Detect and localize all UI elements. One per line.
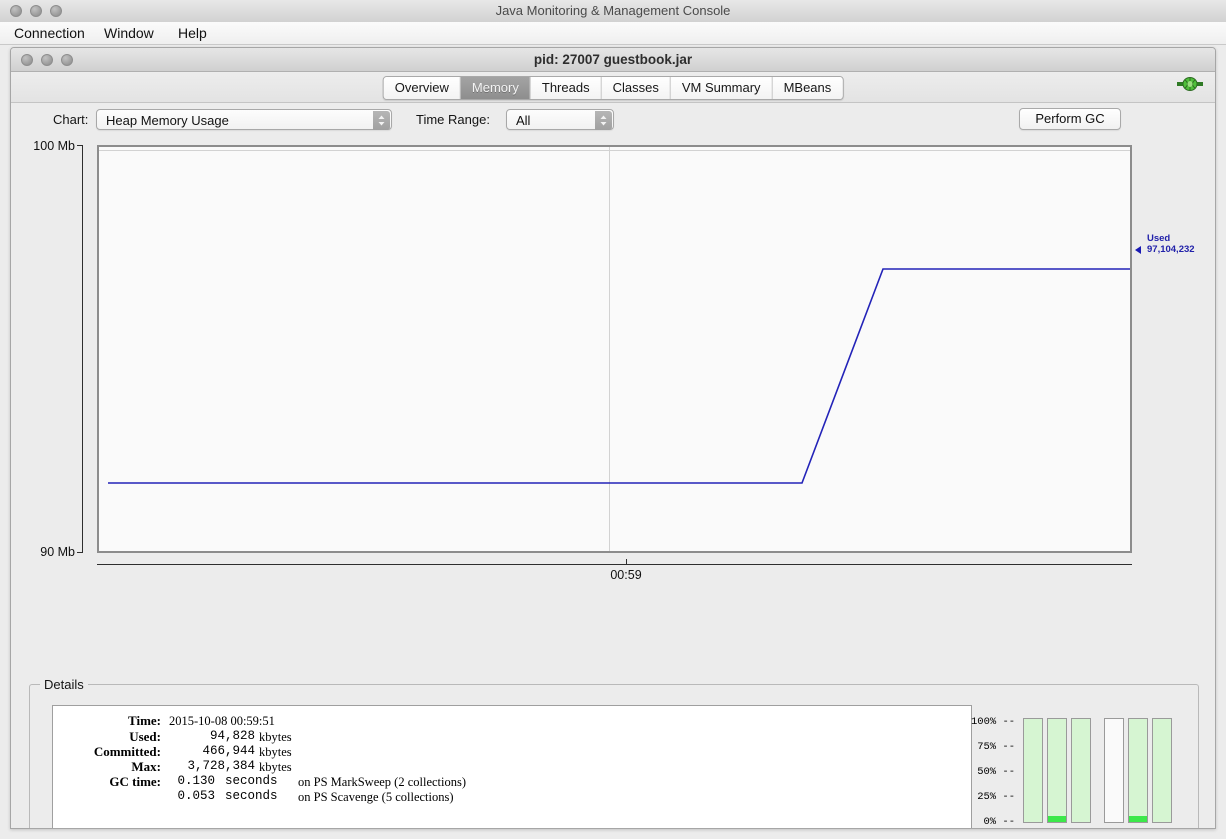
menu-bar: Connection Window Help <box>0 22 1226 45</box>
memory-pool-bar[interactable] <box>1023 718 1043 823</box>
menu-item-help[interactable]: Help <box>170 22 215 44</box>
app-title: Java Monitoring & Management Console <box>495 3 731 18</box>
time-range-select[interactable]: All <box>506 109 614 130</box>
details-value-max: 3,728,384 <box>187 759 255 773</box>
chart-select-value: Heap Memory Usage <box>106 113 229 128</box>
tab-mbeans[interactable]: MBeans <box>772 77 843 99</box>
details-row-gctime-1: GC time: 0.130 seconds on PS MarkSweep (… <box>53 774 971 789</box>
details-value-gctime-2: 0.053 <box>177 789 215 803</box>
y-axis-line <box>82 145 83 553</box>
pool-tick-50: 50% -- <box>977 766 1015 778</box>
connection-content: Overview Memory Threads Classes VM Summa… <box>11 72 1215 828</box>
details-row-used: Used: 94,828 kbytes <box>53 729 971 744</box>
details-value-committed: 466,944 <box>202 744 255 758</box>
x-tick-label: 00:59 <box>610 568 642 582</box>
time-range-label: Time Range: <box>416 112 490 127</box>
details-row-gctime-2: 0.053 seconds on PS Scavenge (5 collecti… <box>53 789 971 804</box>
details-label-gctime: GC time: <box>109 774 161 789</box>
jconsole-window: Java Monitoring & Management Console Con… <box>0 0 1226 839</box>
time-range-select-stepper[interactable] <box>595 111 612 130</box>
y-axis-tick-bottom <box>77 552 83 553</box>
details-value-used: 94,828 <box>209 729 255 743</box>
menu-item-connection[interactable]: Connection <box>6 22 93 44</box>
details-unit-used: kbytes <box>259 730 292 744</box>
legend-arrow-icon <box>1135 246 1141 254</box>
menu-item-window[interactable]: Window <box>96 22 162 44</box>
outer-title-bar: Java Monitoring & Management Console <box>0 0 1226 23</box>
tab-list: Overview Memory Threads Classes VM Summa… <box>382 76 844 100</box>
tab-memory[interactable]: Memory <box>460 77 531 99</box>
details-text-gctime-1: on PS MarkSweep (2 collections) <box>298 775 467 789</box>
details-row-time: Time: 2015-10-08 00:59:51 <box>53 713 971 728</box>
details-unit-max: kbytes <box>259 760 292 774</box>
details-unit-committed: kbytes <box>259 745 292 759</box>
memory-pool-bar-fill <box>1129 816 1147 822</box>
y-axis-tick-top <box>77 145 83 146</box>
details-unit-gctime-2: seconds <box>225 789 278 803</box>
details-row-committed: Committed: 466,944 kbytes <box>53 744 971 759</box>
chart-plot-area[interactable] <box>97 145 1132 553</box>
memory-pool-bar[interactable] <box>1128 718 1148 823</box>
connection-window: pid: 27007 guestbook.jar Overview Memory… <box>10 47 1216 829</box>
details-panel-title: Details <box>40 677 88 692</box>
details-label-time: Time: <box>128 713 161 728</box>
tab-vm-summary[interactable]: VM Summary <box>670 77 773 99</box>
details-value-time: 2015-10-08 00:59:51 <box>169 714 275 728</box>
inner-title-bar: pid: 27007 guestbook.jar <box>11 48 1215 72</box>
tab-strip: Overview Memory Threads Classes VM Summa… <box>11 72 1215 103</box>
y-tick-bottom: 90 Mb <box>40 545 75 559</box>
y-tick-top: 100 Mb <box>33 139 75 153</box>
details-value-gctime-1: 0.130 <box>177 774 215 788</box>
memory-pool-bar[interactable] <box>1047 718 1067 823</box>
memory-pool-bar[interactable] <box>1152 718 1172 823</box>
pool-tick-75: 75% -- <box>977 741 1015 753</box>
pool-tick-100: 100% -- <box>971 716 1016 728</box>
details-text-area[interactable]: Time: 2015-10-08 00:59:51 Used: 94,828 k… <box>52 705 972 828</box>
memory-pool-bar[interactable] <box>1104 718 1124 823</box>
details-unit-gctime-1: seconds <box>225 774 278 788</box>
chart-select[interactable]: Heap Memory Usage <box>96 109 392 130</box>
details-row-max: Max: 3,728,384 kbytes <box>53 759 971 774</box>
time-range-select-value: All <box>516 113 531 128</box>
memory-chart: 100 Mb 90 Mb 00:59 Used 97,104,232 <box>11 136 1215 676</box>
x-axis-tick <box>626 559 627 564</box>
details-label-max: Max: <box>131 759 161 774</box>
memory-pool-bar[interactable] <box>1071 718 1091 823</box>
memory-pool-bar-fill <box>1048 816 1066 822</box>
chart-label: Chart: <box>53 112 89 127</box>
details-label-committed: Committed: <box>93 744 161 759</box>
memory-pool-panel: 100% -- 75% -- 50% -- 25% -- 0% -- Heap … <box>971 702 1201 828</box>
perform-gc-button[interactable]: Perform GC <box>1019 108 1121 130</box>
chart-toolbar: Chart: Heap Memory Usage Time Range: All… <box>11 102 1215 136</box>
tab-threads[interactable]: Threads <box>530 77 602 99</box>
legend-series-value: 97,104,232 <box>1147 244 1195 255</box>
x-axis-line <box>97 564 1132 565</box>
details-text-gctime-2: on PS Scavenge (5 collections) <box>298 790 454 804</box>
plug-connected-icon[interactable] <box>1177 77 1203 91</box>
pool-tick-0: 0% -- <box>983 816 1015 828</box>
chart-select-stepper[interactable] <box>373 111 390 130</box>
tab-classes[interactable]: Classes <box>601 77 671 99</box>
legend-series-name: Used <box>1147 233 1171 244</box>
details-label-used: Used: <box>129 729 161 744</box>
tab-overview[interactable]: Overview <box>383 77 461 99</box>
connection-title: pid: 27007 guestbook.jar <box>533 52 693 67</box>
chart-line-series <box>108 268 1130 484</box>
pool-tick-25: 25% -- <box>977 791 1015 803</box>
